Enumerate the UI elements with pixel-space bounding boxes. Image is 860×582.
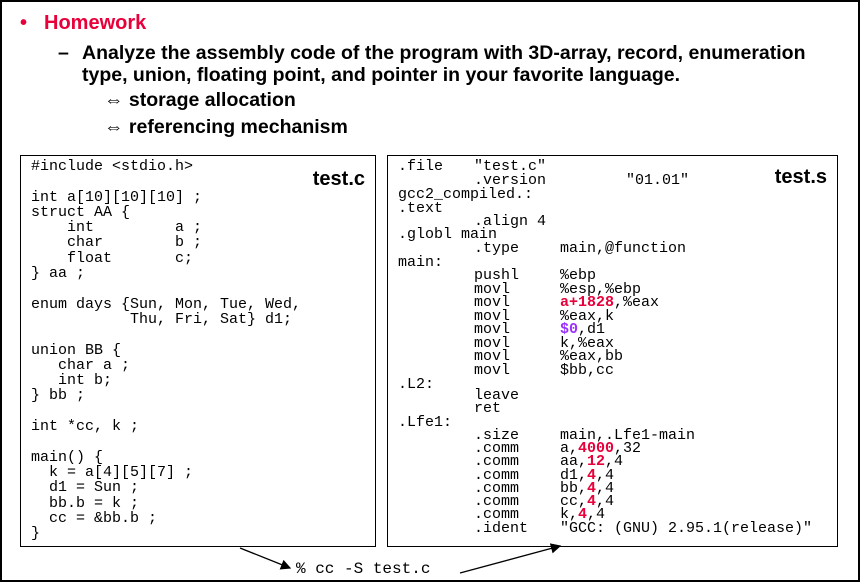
arrow-to-test-s — [459, 543, 562, 574]
arrows-overlay — [239, 543, 562, 574]
arrow-to-test-c — [239, 547, 292, 570]
compile-command: % cc -S test.c — [296, 560, 431, 578]
